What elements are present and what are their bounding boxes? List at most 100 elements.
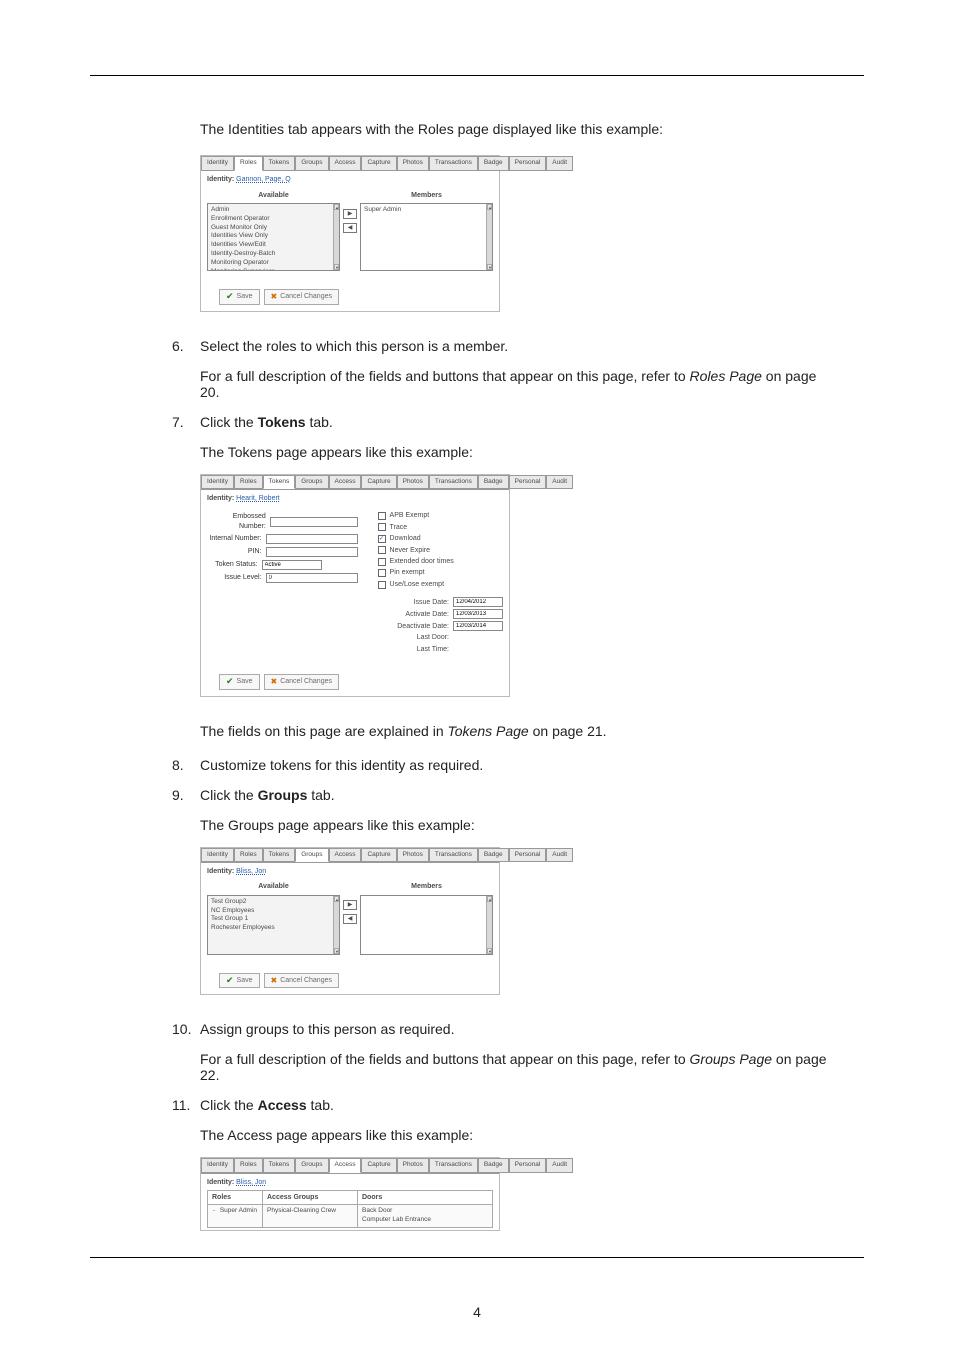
scroll-up-icon[interactable]: ▲ — [334, 204, 339, 210]
save-button[interactable]: ✔Save — [219, 289, 260, 304]
tab-badge[interactable]: Badge — [478, 1158, 509, 1173]
list-item[interactable]: Monitoring Operator — [211, 259, 336, 268]
tab-access[interactable]: Access — [329, 1158, 362, 1173]
list-item[interactable]: Rochester Employees — [211, 924, 336, 933]
tab-photos[interactable]: Photos — [397, 156, 429, 171]
deactivate-date-input[interactable] — [453, 621, 503, 631]
tab-groups[interactable]: Groups — [295, 1158, 328, 1173]
move-left-button[interactable]: ◀ — [343, 223, 357, 233]
tab-audit[interactable]: Audit — [546, 475, 573, 490]
list-item[interactable]: Test Group2 — [211, 898, 336, 907]
never-expire-checkbox[interactable] — [378, 546, 386, 554]
save-button[interactable]: ✔Save — [219, 973, 260, 988]
list-item[interactable]: Test Group 1 — [211, 915, 336, 924]
pin-input[interactable] — [266, 547, 358, 557]
scrollbar[interactable]: ▲▼ — [486, 204, 492, 270]
tab-access[interactable]: Access — [329, 848, 362, 863]
identity-link[interactable]: Hearit, Robert — [236, 495, 280, 502]
move-right-button[interactable]: ▶ — [343, 209, 357, 219]
ext-door-checkbox[interactable] — [378, 558, 386, 566]
identity-link[interactable]: Bliss, Jon — [236, 868, 266, 875]
save-button[interactable]: ✔Save — [219, 674, 260, 689]
tab-tokens[interactable]: Tokens — [263, 848, 296, 863]
tab-groups[interactable]: Groups — [295, 475, 328, 490]
tab-badge[interactable]: Badge — [478, 848, 509, 863]
tab-transactions[interactable]: Transactions — [429, 848, 478, 863]
token-status-select[interactable] — [262, 560, 322, 570]
scrollbar[interactable]: ▲▼ — [333, 204, 339, 270]
tab-badge[interactable]: Badge — [478, 156, 509, 171]
tab-transactions[interactable]: Transactions — [429, 475, 478, 490]
embossed-input[interactable] — [270, 517, 358, 527]
tab-personal[interactable]: Personal — [509, 156, 547, 171]
internal-input[interactable] — [266, 534, 358, 544]
tab-audit[interactable]: Audit — [546, 1158, 573, 1173]
tab-capture[interactable]: Capture — [361, 156, 396, 171]
tab-badge[interactable]: Badge — [478, 475, 509, 490]
tree-toggle-icon[interactable]: - — [212, 1207, 220, 1214]
tab-tokens[interactable]: Tokens — [263, 475, 296, 490]
tab-identity[interactable]: Identity — [201, 156, 234, 171]
tab-roles[interactable]: Roles — [234, 156, 263, 171]
move-left-button[interactable]: ◀ — [343, 914, 357, 924]
tab-groups[interactable]: Groups — [295, 848, 328, 863]
cancel-button[interactable]: ✖Cancel Changes — [264, 973, 339, 988]
tab-photos[interactable]: Photos — [397, 1158, 429, 1173]
tab-photos[interactable]: Photos — [397, 848, 429, 863]
cancel-button[interactable]: ✖Cancel Changes — [264, 289, 339, 304]
tab-tokens[interactable]: Tokens — [263, 1158, 296, 1173]
tab-personal[interactable]: Personal — [509, 1158, 547, 1173]
tab-capture[interactable]: Capture — [361, 848, 396, 863]
scroll-down-icon[interactable]: ▼ — [487, 948, 492, 954]
pin-exempt-checkbox[interactable] — [378, 569, 386, 577]
list-item[interactable]: Guest Monitor Only — [211, 224, 336, 233]
tab-groups[interactable]: Groups — [295, 156, 328, 171]
list-item[interactable]: Super Admin — [364, 206, 489, 215]
download-checkbox[interactable]: ✓ — [378, 535, 386, 543]
scrollbar[interactable]: ▲▼ — [333, 896, 339, 954]
issue-level-input[interactable] — [266, 573, 358, 583]
tab-access[interactable]: Access — [329, 475, 362, 490]
apb-checkbox[interactable] — [378, 512, 386, 520]
tab-personal[interactable]: Personal — [509, 848, 547, 863]
tab-identity[interactable]: Identity — [201, 1158, 234, 1173]
tab-audit[interactable]: Audit — [546, 848, 573, 863]
tab-access[interactable]: Access — [329, 156, 362, 171]
scroll-down-icon[interactable]: ▼ — [334, 264, 339, 270]
tab-identity[interactable]: Identity — [201, 475, 234, 490]
list-item[interactable]: Identities View/Edit — [211, 241, 336, 250]
scrollbar[interactable]: ▲▼ — [486, 896, 492, 954]
scroll-down-icon[interactable]: ▼ — [487, 264, 492, 270]
list-item[interactable]: Identities View Only — [211, 232, 336, 241]
tab-transactions[interactable]: Transactions — [429, 156, 478, 171]
tab-transactions[interactable]: Transactions — [429, 1158, 478, 1173]
identity-link[interactable]: Bliss, Jon — [236, 1179, 266, 1186]
list-item[interactable]: Enrollment Operator — [211, 215, 336, 224]
members-listbox[interactable]: Super Admin ▲▼ — [360, 203, 493, 271]
available-listbox[interactable]: Test Group2 NC Employees Test Group 1 Ro… — [207, 895, 340, 955]
cancel-button[interactable]: ✖Cancel Changes — [264, 674, 339, 689]
tab-roles[interactable]: Roles — [234, 1158, 263, 1173]
members-listbox[interactable]: ▲▼ — [360, 895, 493, 955]
scroll-up-icon[interactable]: ▲ — [334, 896, 339, 902]
issue-date-input[interactable] — [453, 597, 503, 607]
activate-date-input[interactable] — [453, 609, 503, 619]
tab-personal[interactable]: Personal — [509, 475, 547, 490]
scroll-down-icon[interactable]: ▼ — [334, 948, 339, 954]
tab-capture[interactable]: Capture — [361, 1158, 396, 1173]
scroll-up-icon[interactable]: ▲ — [487, 204, 492, 210]
tab-identity[interactable]: Identity — [201, 848, 234, 863]
list-item[interactable]: NC Employees — [211, 907, 336, 916]
identity-link[interactable]: Gannon, Page, Q — [236, 176, 290, 183]
tab-audit[interactable]: Audit — [546, 156, 573, 171]
list-item[interactable]: Admin — [211, 206, 336, 215]
list-item[interactable]: Monitoring Supervisor — [211, 268, 336, 272]
move-right-button[interactable]: ▶ — [343, 900, 357, 910]
tab-photos[interactable]: Photos — [397, 475, 429, 490]
tab-roles[interactable]: Roles — [234, 848, 263, 863]
tab-roles[interactable]: Roles — [234, 475, 263, 490]
tab-tokens[interactable]: Tokens — [263, 156, 296, 171]
scroll-up-icon[interactable]: ▲ — [487, 896, 492, 902]
uselose-checkbox[interactable] — [378, 581, 386, 589]
tab-capture[interactable]: Capture — [361, 475, 396, 490]
